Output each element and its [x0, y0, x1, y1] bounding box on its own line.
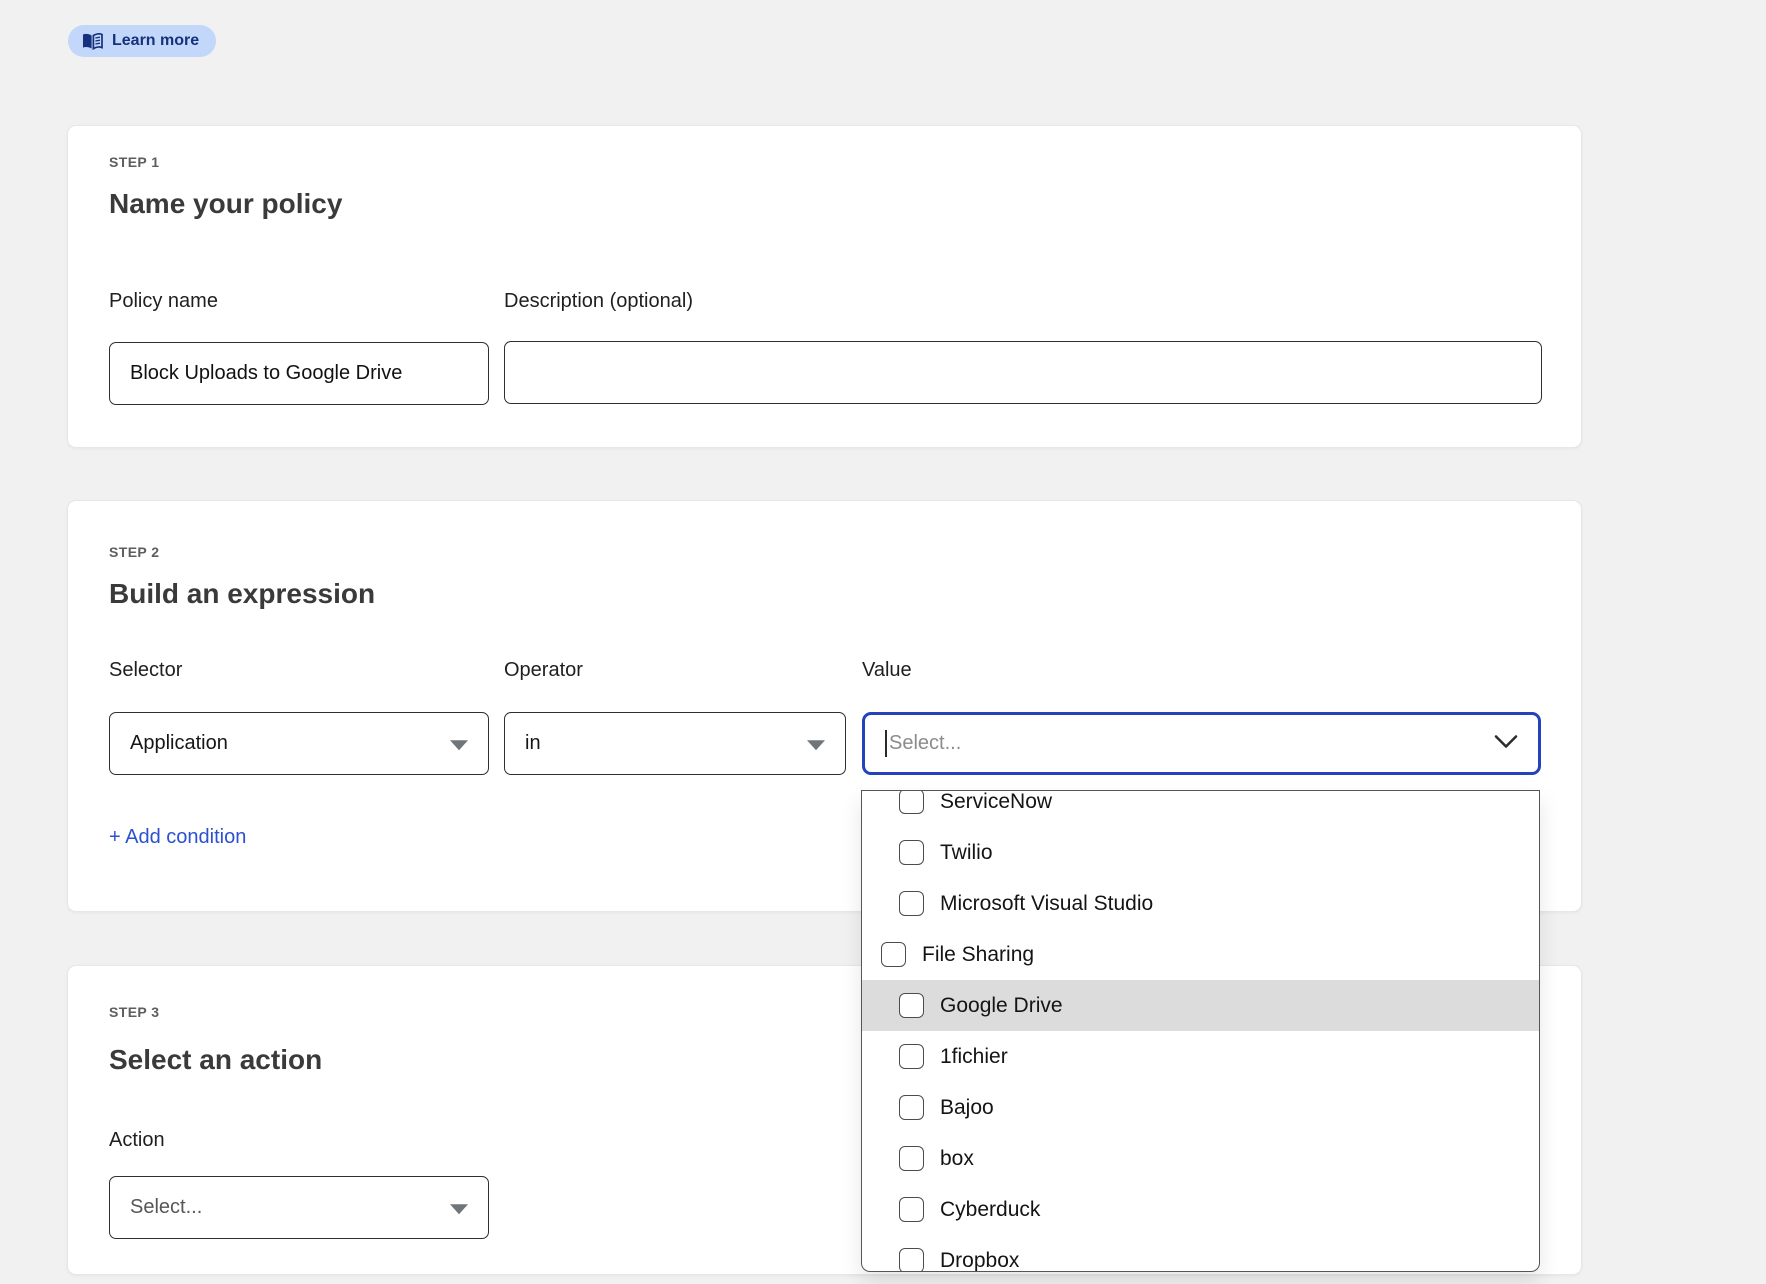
checkbox-icon[interactable]: [899, 1095, 924, 1120]
checkbox-icon[interactable]: [899, 1248, 924, 1272]
dropdown-option[interactable]: Google Drive: [862, 980, 1539, 1031]
step2-title: Build an expression: [109, 578, 375, 610]
chevron-down-icon: [1494, 734, 1518, 753]
checkbox-icon[interactable]: [899, 891, 924, 916]
value-combobox[interactable]: Select...: [862, 712, 1541, 775]
checkbox-icon[interactable]: [899, 1146, 924, 1171]
step2-eyebrow: STEP 2: [109, 544, 159, 560]
operator-dropdown-value: in: [525, 732, 541, 755]
dropdown-option-label: File Sharing: [922, 943, 1034, 967]
operator-dropdown[interactable]: in: [504, 712, 846, 775]
dropdown-option[interactable]: Bajoo: [862, 1082, 1539, 1133]
action-dropdown-placeholder: Select...: [130, 1196, 202, 1219]
dropdown-option-label: ServiceNow: [940, 790, 1052, 814]
checkbox-icon[interactable]: [899, 1044, 924, 1069]
dropdown-option[interactable]: Twilio: [862, 827, 1539, 878]
step1-card: STEP 1 Name your policy Policy name Desc…: [67, 125, 1582, 448]
action-label: Action: [109, 1129, 165, 1152]
value-dropdown-panel: ServiceNow Twilio Microsoft Visual Studi…: [861, 790, 1540, 1272]
checkbox-icon[interactable]: [881, 942, 906, 967]
checkbox-icon[interactable]: [899, 840, 924, 865]
text-cursor: [885, 730, 887, 757]
caret-down-icon: [450, 740, 468, 750]
dropdown-option-label: Twilio: [940, 841, 993, 865]
policy-builder-page: Learn more STEP 1 Name your policy Polic…: [0, 0, 1766, 1284]
dropdown-option[interactable]: Microsoft Visual Studio: [862, 878, 1539, 929]
dropdown-option[interactable]: File Sharing: [862, 929, 1539, 980]
selector-dropdown[interactable]: Application: [109, 712, 489, 775]
selector-dropdown-value: Application: [130, 732, 228, 755]
dropdown-option[interactable]: Dropbox: [862, 1235, 1539, 1272]
checkbox-icon[interactable]: [899, 790, 924, 814]
checkbox-icon[interactable]: [899, 993, 924, 1018]
dropdown-option-label: Google Drive: [940, 994, 1063, 1018]
dropdown-option-label: box: [940, 1147, 974, 1171]
caret-down-icon: [807, 740, 825, 750]
dropdown-option[interactable]: 1fichier: [862, 1031, 1539, 1082]
add-condition-link[interactable]: + Add condition: [109, 826, 246, 849]
description-input[interactable]: [504, 341, 1542, 404]
selector-label: Selector: [109, 659, 182, 682]
action-dropdown[interactable]: Select...: [109, 1176, 489, 1239]
dropdown-options: ServiceNow Twilio Microsoft Visual Studi…: [862, 790, 1539, 1272]
step3-eyebrow: STEP 3: [109, 1004, 159, 1020]
book-icon: [82, 33, 103, 50]
step3-title: Select an action: [109, 1044, 322, 1076]
dropdown-option-label: Microsoft Visual Studio: [940, 892, 1153, 916]
dropdown-option[interactable]: box: [862, 1133, 1539, 1184]
step1-title: Name your policy: [109, 188, 342, 220]
operator-label: Operator: [504, 659, 583, 682]
learn-more-label: Learn more: [112, 32, 199, 50]
value-placeholder: Select...: [889, 732, 961, 755]
description-label: Description (optional): [504, 290, 693, 313]
dropdown-option-label: Bajoo: [940, 1096, 994, 1120]
caret-down-icon: [450, 1204, 468, 1214]
step1-eyebrow: STEP 1: [109, 154, 159, 170]
policy-name-input[interactable]: [109, 342, 489, 405]
value-label: Value: [862, 659, 912, 682]
policy-name-label: Policy name: [109, 290, 218, 313]
checkbox-icon[interactable]: [899, 1197, 924, 1222]
learn-more-button[interactable]: Learn more: [68, 25, 216, 57]
dropdown-option-label: 1fichier: [940, 1045, 1008, 1069]
dropdown-option[interactable]: ServiceNow: [862, 790, 1539, 827]
dropdown-option-label: Cyberduck: [940, 1198, 1040, 1222]
dropdown-option[interactable]: Cyberduck: [862, 1184, 1539, 1235]
dropdown-option-label: Dropbox: [940, 1249, 1019, 1273]
